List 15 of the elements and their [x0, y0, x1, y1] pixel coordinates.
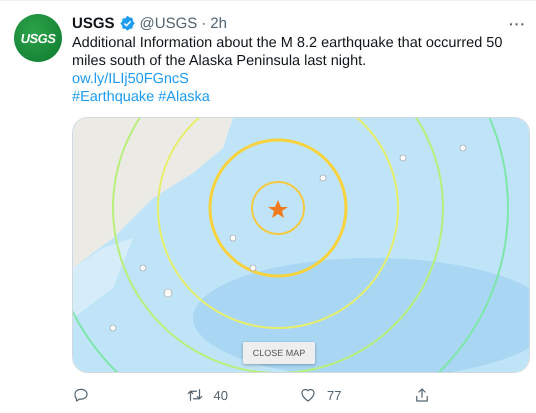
close-map-button[interactable]: CLOSE MAP — [243, 342, 315, 364]
heart-button[interactable] — [299, 386, 317, 404]
tweet-time[interactable]: 2h — [210, 15, 227, 32]
reply-button[interactable] — [72, 386, 90, 404]
avatar-logo: USGS — [20, 30, 56, 46]
separator: · — [201, 15, 206, 32]
avatar[interactable]: USGS — [14, 14, 62, 62]
tweet-text: Additional Information about the M 8.2 earthquake that occurred 50 miles south of the Alaska Peninsula last night. — [72, 34, 504, 70]
like-count: 77 — [327, 388, 342, 403]
author-handle[interactable]: @USGS — [140, 15, 198, 32]
retweet-count: 40 — [214, 388, 228, 403]
author-name[interactable]: USGS — [72, 15, 115, 32]
reply-icon — [72, 386, 90, 404]
heart-icon — [299, 386, 317, 404]
more-button[interactable]: ··· — [509, 16, 526, 32]
